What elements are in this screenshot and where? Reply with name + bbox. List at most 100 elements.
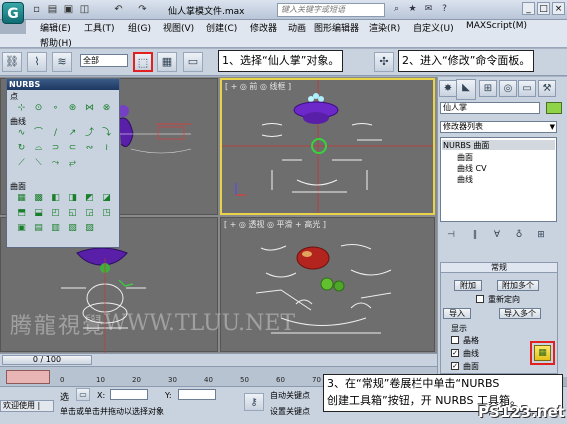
undo-icon[interactable]: ↶	[112, 3, 125, 16]
nurbs-point-tool[interactable]: ⊛	[66, 102, 79, 114]
make-unique-icon[interactable]: ∀	[490, 228, 504, 242]
nurbs-curve-tool[interactable]: ⥂	[66, 157, 79, 169]
import-multiple-button[interactable]: 导入多个	[499, 308, 541, 319]
hold-icon[interactable]: ◫	[78, 3, 91, 16]
stack-item-curve-cv[interactable]: 曲线 CV	[457, 163, 487, 174]
menu-help[interactable]: 帮助(H)	[40, 36, 72, 49]
nurbs-curve-tool[interactable]: ⤳	[49, 157, 62, 169]
nurbs-surface-tool[interactable]: ▧	[66, 222, 79, 234]
nurbs-surface-tool[interactable]: ◲	[83, 207, 96, 219]
nurbs-curve-tool[interactable]: ⊃	[49, 142, 62, 154]
modifier-list-dropdown[interactable]: 修改器列表 ▼	[440, 121, 557, 133]
nurbs-surface-tool[interactable]: ◧	[49, 192, 62, 204]
nurbs-surface-tool[interactable]: ◱	[66, 207, 79, 219]
display-tab-icon[interactable]: ▭	[518, 80, 536, 97]
select-by-name-icon[interactable]: ▦	[157, 52, 177, 72]
nurbs-surface-tool[interactable]: ◰	[49, 207, 62, 219]
nurbs-point-tool[interactable]: ⊹	[15, 102, 28, 114]
nurbs-curve-tool[interactable]: ⤴	[83, 127, 96, 139]
nurbs-point-tool[interactable]: ⊗	[100, 102, 113, 114]
hierarchy-tab-icon[interactable]: ⊞	[479, 80, 497, 97]
object-color-swatch[interactable]	[546, 102, 562, 114]
nurbs-curve-tool[interactable]: ⊂	[66, 142, 79, 154]
nurbs-surface-tool[interactable]: ▦	[15, 192, 28, 204]
nurbs-surface-tool[interactable]: ◨	[66, 192, 79, 204]
create-tab-icon[interactable]: ✸	[439, 80, 457, 97]
nurbs-curve-tool[interactable]: ↗	[66, 127, 79, 139]
nurbs-curve-tool[interactable]: ∾	[83, 142, 96, 154]
attach-multiple-button[interactable]: 附加多个	[497, 280, 539, 291]
menu-tools[interactable]: 工具(T)	[84, 21, 115, 34]
nurbs-surface-tool[interactable]: ▥	[49, 222, 62, 234]
menu-rendering[interactable]: 渲染(R)	[369, 21, 400, 34]
pin-stack-icon[interactable]: ⊣	[444, 228, 458, 242]
stack-item-curve[interactable]: 曲线	[457, 174, 473, 185]
time-slider-thumb[interactable]: 0 / 100	[2, 355, 92, 365]
nurbs-curve-tool[interactable]: ⌒	[32, 127, 45, 139]
modify-tab-icon[interactable]: ◣	[456, 79, 476, 100]
menu-group[interactable]: 组(G)	[128, 21, 151, 34]
motion-tab-icon[interactable]: ◎	[499, 80, 517, 97]
selection-filter-dropdown[interactable]: 全部	[80, 54, 128, 67]
app-logo[interactable]: G	[2, 2, 24, 24]
menu-views[interactable]: 视图(V)	[163, 21, 194, 34]
move-icon[interactable]: ✣	[374, 52, 394, 72]
nurbs-surface-tool[interactable]: ⬓	[32, 207, 45, 219]
nurbs-surface-tool[interactable]: ⬒	[15, 207, 28, 219]
object-name-field[interactable]: 仙人掌	[440, 102, 540, 114]
menu-edit[interactable]: 编辑(E)	[40, 21, 71, 34]
nurbs-point-tool[interactable]: ∘	[49, 102, 62, 114]
nurbs-surface-tool[interactable]: ▩	[32, 192, 45, 204]
selection-lock-icon[interactable]: ▭	[76, 388, 90, 401]
configure-sets-icon[interactable]: ⊞	[534, 228, 548, 242]
set-key-button[interactable]: 设置关键点	[270, 406, 310, 417]
maximize-button[interactable]: □	[537, 2, 550, 15]
auto-key-button[interactable]: 自动关键点	[270, 390, 310, 401]
nurbs-curve-tool[interactable]: ∕	[49, 127, 62, 139]
stack-item-surface[interactable]: 曲面	[457, 152, 473, 163]
maxscript-listener-swatch[interactable]	[6, 370, 50, 384]
remove-modifier-icon[interactable]: ♁	[512, 228, 526, 242]
subscription-icon[interactable]: ★	[406, 3, 419, 16]
nurbs-surface-tool[interactable]: ◩	[83, 192, 96, 204]
nurbs-curve-tool[interactable]: ⌓	[32, 142, 45, 154]
nurbs-point-tool[interactable]: ⋈	[83, 102, 96, 114]
rectangular-selection-icon[interactable]: ▭	[183, 52, 203, 72]
nurbs-surface-tool[interactable]: ▣	[15, 222, 28, 234]
link-icon[interactable]: ⛓	[2, 52, 22, 72]
menu-maxscript[interactable]: MAXScript(M)	[466, 21, 527, 31]
new-file-icon[interactable]: ▫	[30, 3, 43, 16]
reorient-checkbox[interactable]	[476, 295, 484, 303]
menu-customize[interactable]: 自定义(U)	[413, 21, 454, 34]
close-button[interactable]: ×	[552, 2, 565, 15]
communication-icon[interactable]: ✉	[422, 3, 435, 16]
nurbs-surface-tool[interactable]: ◳	[100, 207, 113, 219]
y-coordinate-field[interactable]	[178, 389, 216, 400]
open-folder-icon[interactable]: ▤	[46, 3, 59, 16]
search-icon[interactable]: ⌕	[390, 3, 403, 16]
redo-icon[interactable]: ↷	[136, 3, 149, 16]
modifier-stack[interactable]: NURBS 曲面 曲面 曲线 CV 曲线	[440, 137, 557, 222]
curves-checkbox[interactable]: ✓	[451, 349, 459, 357]
menu-create[interactable]: 创建(C)	[206, 21, 237, 34]
nurbs-curve-tool[interactable]: ⟍	[32, 157, 45, 169]
menu-animation[interactable]: 动画	[288, 21, 306, 34]
help-icon[interactable]: ?	[438, 3, 451, 16]
bind-spacewarp-icon[interactable]: ≋	[52, 52, 72, 72]
nurbs-surface-tool[interactable]: ▤	[32, 222, 45, 234]
unlink-icon[interactable]: ⌇	[27, 52, 47, 72]
nurbs-curve-tool[interactable]: ≀	[100, 142, 113, 154]
nurbs-curve-tool[interactable]: ⤵	[100, 127, 113, 139]
surfaces-checkbox[interactable]: ✓	[451, 362, 459, 370]
lattice-checkbox[interactable]	[451, 336, 459, 344]
nurbs-creation-toolbox-button[interactable]: ▦	[534, 345, 551, 361]
utilities-tab-icon[interactable]: ⚒	[538, 80, 556, 97]
select-object-icon[interactable]: ⬚	[133, 52, 153, 72]
nurbs-toolbox[interactable]: NURBS 点 ⊹ ⊙ ∘ ⊛ ⋈ ⊗ 曲线 ∿ ⌒ ∕ ↗ ⤴ ⤵ ↻ ⌓ ⊃…	[6, 78, 120, 248]
nurbs-curve-tool[interactable]: ↻	[15, 142, 28, 154]
x-coordinate-field[interactable]	[110, 389, 148, 400]
nurbs-surface-tool[interactable]: ◪	[100, 192, 113, 204]
import-button[interactable]: 导入	[443, 308, 471, 319]
menu-graph-editors[interactable]: 图形编辑器	[314, 21, 359, 34]
show-end-result-icon[interactable]: ‖	[468, 228, 482, 242]
